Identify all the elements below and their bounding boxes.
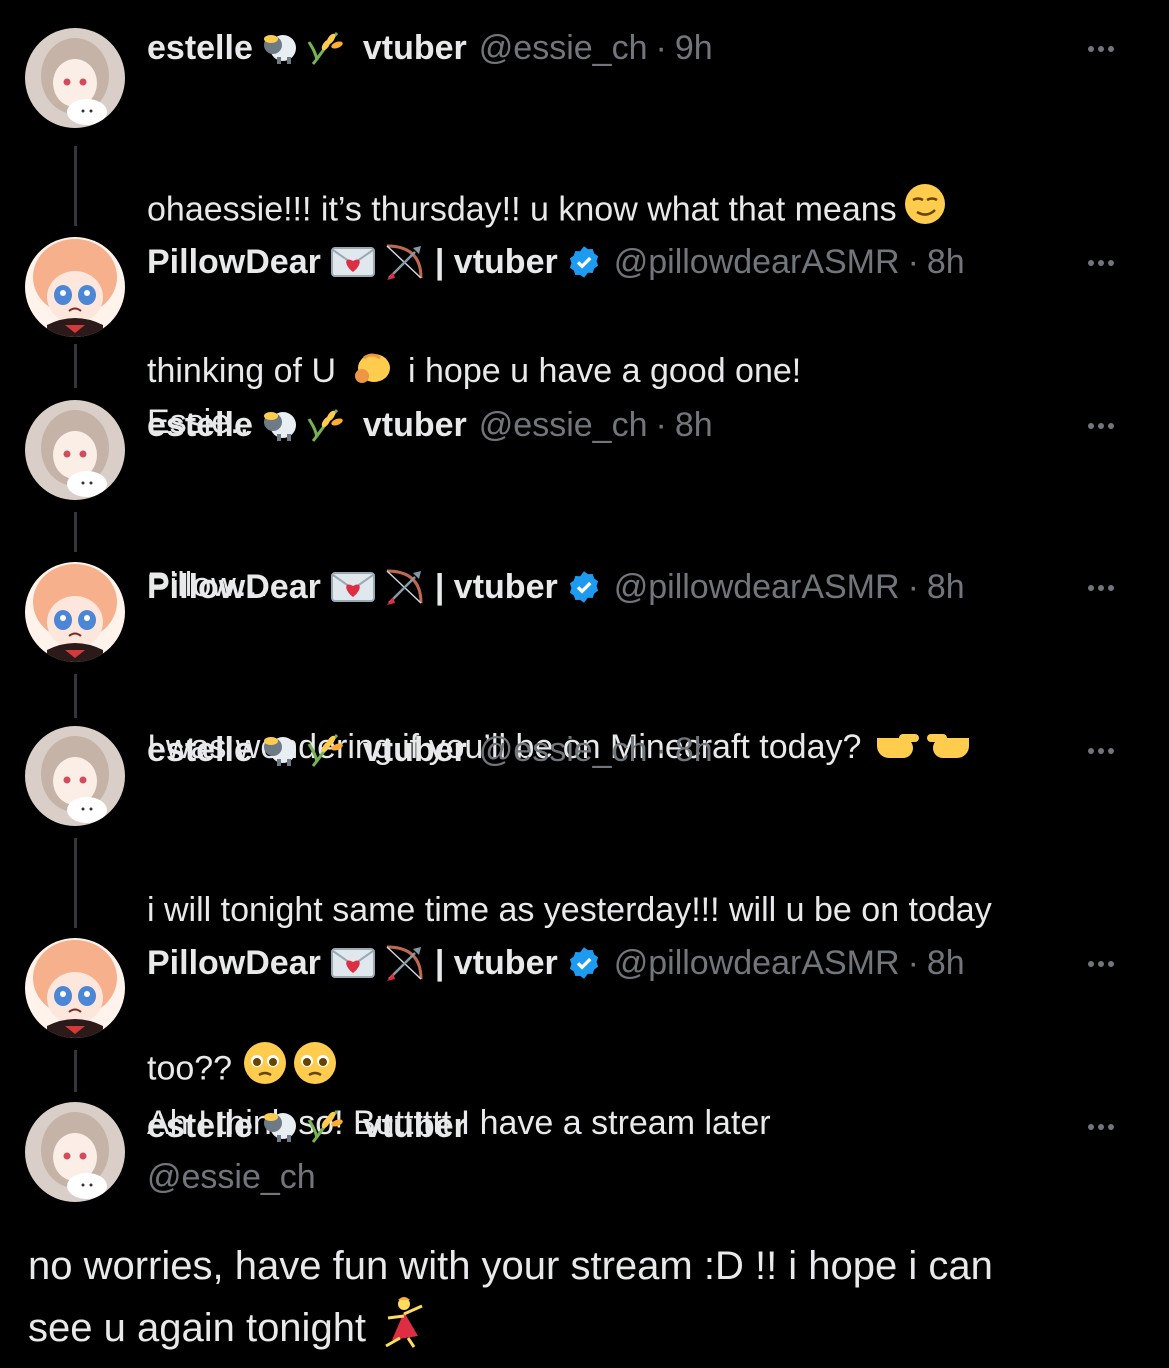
bow-arrow-icon [381,567,425,607]
sheep-icon [259,31,301,65]
display-name[interactable]: PillowDear [147,941,321,985]
display-name[interactable]: estelle [147,728,253,772]
separator-dot: · [655,731,667,769]
separator-dot: · [655,406,667,444]
sheep-icon [259,1109,301,1143]
tweet-text-line: i will tonight same time as yesterday!!!… [147,891,992,929]
bow-arrow-icon [381,943,425,983]
user-handle[interactable]: @pillowdearASMR [614,240,900,284]
love-letter-icon [330,246,375,278]
avatar[interactable] [25,562,125,662]
separator-dot: · [907,568,919,606]
tweet-header: PillowDear | vtuber @pillowdearASMR · 8h [147,941,965,985]
user-handle[interactable]: @essie_ch [479,26,648,70]
tweet-header: PillowDear | vtuber @pillowdearASMR · 8h [147,240,965,284]
timestamp[interactable]: 8h [675,728,713,772]
more-icon[interactable] [1081,736,1121,766]
smirk-face-icon [903,182,947,241]
user-handle[interactable]: @pillowdearASMR [614,565,900,609]
display-name[interactable]: estelle [147,26,253,70]
tweet-header: estelle vtuber @essie_ch · 8h [147,728,713,772]
love-letter-icon [330,571,375,603]
display-name-suffix: vtuber [362,731,467,769]
separator-dot: · [655,29,667,67]
avatar-estelle-icon [25,400,125,500]
timestamp[interactable]: 8h [927,240,965,284]
avatar[interactable] [25,1102,125,1202]
rice-icon [307,1108,343,1144]
user-handle[interactable]: @essie_ch [479,728,648,772]
display-name-suffix: | vtuber [434,243,558,281]
timestamp[interactable]: 9h [675,26,713,70]
user-handle-row: @essie_ch [147,1155,316,1199]
avatar[interactable] [25,400,125,500]
user-handle[interactable]: @essie_ch [479,403,648,447]
avatar-estelle-icon [25,1102,125,1202]
more-icon[interactable] [1081,34,1121,64]
tweet-thread: estelle vtuber @essie_ch · 9h ohaessie!!… [0,0,1169,1368]
dancer-icon [378,1296,428,1365]
more-icon[interactable] [1081,248,1121,278]
verified-badge-icon[interactable] [566,569,602,605]
sheep-icon [259,408,301,442]
thread-connector [74,344,77,388]
avatar-pillowdear-icon [25,237,125,337]
tweet-header: PillowDear | vtuber @pillowdearASMR · 8h [147,565,965,609]
rice-icon [307,30,343,66]
avatar[interactable] [25,28,125,128]
thread-connector [74,1050,77,1092]
main-tweet-line: see u again tonight [28,1306,367,1351]
display-name-suffix: vtuber [362,1107,467,1145]
display-name-suffix: vtuber [362,29,467,67]
timestamp[interactable]: 8h [675,403,713,447]
tweet-header: estelle vtuber @essie_ch · 8h [147,403,713,447]
avatar-estelle-icon [25,726,125,826]
thread-connector [74,146,77,226]
display-name-suffix: | vtuber [434,568,558,606]
avatar-estelle-icon [25,28,125,128]
pointing-hand-icon [875,722,971,777]
love-letter-icon [330,947,375,979]
avatar-pillowdear-icon [25,938,125,1038]
separator-dot: · [907,243,919,281]
avatar[interactable] [25,237,125,337]
display-name[interactable]: PillowDear [147,240,321,284]
main-tweet-line: no worries, have fun with your stream :D… [28,1244,993,1288]
timestamp[interactable]: 8h [927,941,965,985]
timestamp[interactable]: 8h [927,565,965,609]
display-name-suffix: | vtuber [434,944,558,982]
main-tweet-text: no worries, have fun with your stream :D… [28,1236,1128,1365]
user-handle[interactable]: @pillowdearASMR [614,941,900,985]
tweet-text-line: ohaessie!!! it’s thursday!! u know what … [147,190,897,229]
display-name[interactable]: estelle [147,1104,253,1148]
more-icon[interactable] [1081,1112,1121,1142]
user-handle[interactable]: @essie_ch [147,1155,316,1199]
more-icon[interactable] [1081,411,1121,441]
avatar-pillowdear-icon [25,562,125,662]
display-name-suffix: vtuber [362,406,467,444]
avatar[interactable] [25,938,125,1038]
avatar[interactable] [25,726,125,826]
verified-badge-icon[interactable] [566,945,602,981]
sheep-icon [259,733,301,767]
more-icon[interactable] [1081,949,1121,979]
verified-badge-icon[interactable] [566,244,602,280]
thread-connector [74,512,77,552]
rice-icon [307,407,343,443]
tweet-header: estelle vtuber [147,1104,467,1148]
thread-connector [74,838,77,928]
bow-arrow-icon [381,242,425,282]
tweet-header: estelle vtuber @essie_ch · 9h [147,26,713,70]
separator-dot: · [907,944,919,982]
more-icon[interactable] [1081,573,1121,603]
rice-icon [307,732,343,768]
display-name[interactable]: PillowDear [147,565,321,609]
display-name[interactable]: estelle [147,403,253,447]
thread-connector [74,674,77,718]
